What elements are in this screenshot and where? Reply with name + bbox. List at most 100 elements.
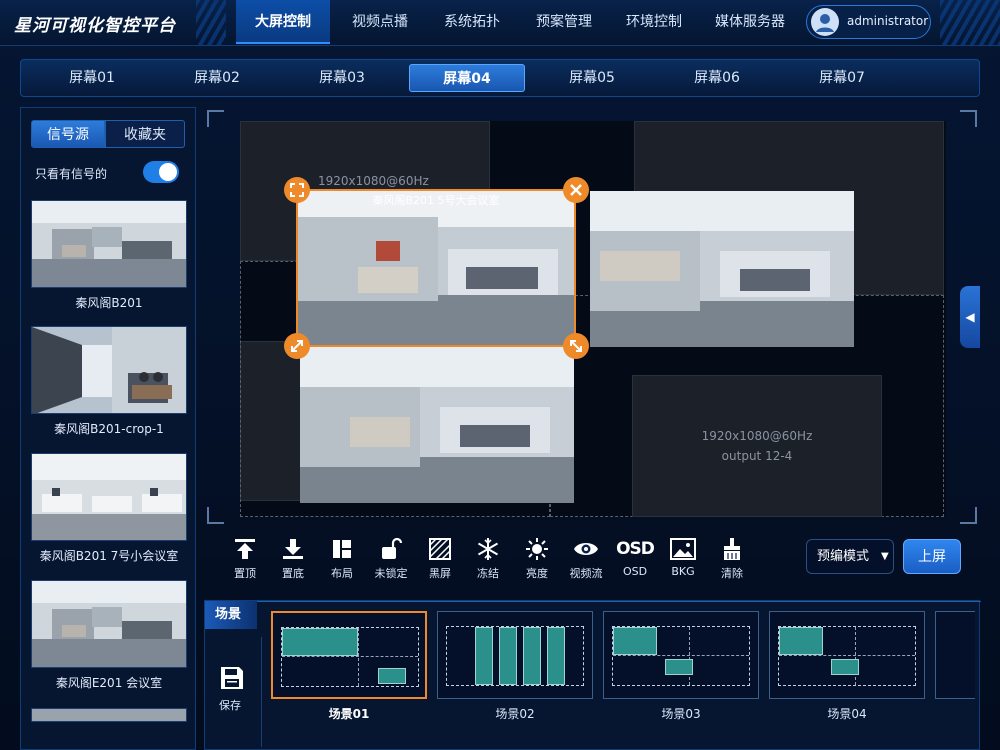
brightness-button[interactable]: 亮度 — [512, 533, 562, 581]
layout-button[interactable]: 布局 — [317, 533, 367, 581]
close-window-icon[interactable] — [563, 177, 589, 203]
move-top-button[interactable]: 置顶 — [220, 533, 270, 581]
window-resolution: 1920x1080@60Hz — [318, 174, 429, 188]
source-thumbnail — [31, 326, 187, 414]
osd-icon: OSD — [616, 539, 655, 559]
app-root: 星河可视化智控平台 大屏控制 视频点播 系统拓扑 预案管理 环境控制 媒体服务器… — [0, 0, 1000, 750]
source-thumbnail — [31, 580, 187, 668]
scene-label-04: 场景04 — [827, 707, 867, 721]
corner-decoration — [940, 0, 1000, 46]
screen-canvas-panel: 1920x1080@60Hz output 12-4 1920x1080@60H… — [204, 107, 980, 527]
save-icon[interactable] — [219, 665, 245, 691]
source-label: 秦风阁B201-crop-1 — [54, 422, 164, 436]
title-decoration — [196, 0, 226, 46]
clear-icon — [724, 538, 740, 560]
tab-screen-04[interactable]: 屏幕04 — [409, 64, 525, 92]
video-window[interactable] — [300, 347, 574, 503]
nav-environment[interactable]: 环境控制 — [614, 0, 694, 44]
move-bottom-icon — [283, 539, 303, 559]
lock-toggle-button[interactable]: 未锁定 — [366, 533, 416, 581]
tab-screen-05[interactable]: 屏幕05 — [537, 60, 647, 96]
selected-video-window[interactable]: 秦风阁B201 5号大会议室 — [296, 189, 576, 347]
source-label: 秦风阁B201 — [75, 296, 143, 310]
layout-icon — [333, 540, 351, 558]
freeze-button[interactable]: 冻结 — [463, 533, 513, 581]
osd-button[interactable]: OSD OSD — [610, 533, 660, 581]
scene-layout-preview — [446, 626, 584, 686]
toggle-knob — [159, 163, 177, 181]
video-stream-button[interactable]: 视频流 — [561, 533, 611, 581]
scene-label-02: 场景02 — [495, 707, 535, 721]
freeze-icon — [477, 538, 499, 560]
user-icon — [816, 14, 834, 32]
source-thumbnail-partial — [31, 708, 187, 722]
scene-card-04[interactable] — [769, 611, 925, 699]
black-screen-icon — [429, 538, 451, 560]
user-menu[interactable]: administrator — [806, 5, 931, 39]
empty-output-cell[interactable] — [632, 375, 882, 517]
mode-select-value: 预编模式 — [817, 549, 870, 564]
source-item[interactable]: 秦风阁B201-crop-1 — [31, 326, 187, 446]
empty-output-resolution: 1920x1080@60Hz — [701, 429, 813, 443]
tab-screen-06[interactable]: 屏幕06 — [662, 60, 772, 96]
window-title: 秦风阁B201 5号大会议室 — [372, 194, 500, 207]
scene-label-03: 场景03 — [661, 707, 701, 721]
screen-tabs: 屏幕01 屏幕02 屏幕03 屏幕04 屏幕05 屏幕06 屏幕07 — [20, 59, 980, 97]
app-title: 星河可视化智控平台 — [14, 16, 176, 36]
eye-icon — [574, 543, 598, 555]
scene-layout-preview — [612, 626, 750, 686]
scene-panel-divider — [257, 601, 981, 602]
clear-button[interactable]: 清除 — [707, 533, 757, 581]
brightness-icon — [526, 538, 548, 560]
nav-plan-management[interactable]: 预案管理 — [524, 0, 604, 44]
chevron-down-icon: ▼ — [881, 551, 889, 562]
avatar — [811, 8, 839, 36]
signal-filter-toggle[interactable] — [143, 161, 179, 183]
nav-topology[interactable]: 系统拓扑 — [432, 0, 512, 44]
video-wall-canvas[interactable]: 1920x1080@60Hz output 12-4 1920x1080@60H… — [240, 121, 946, 517]
tab-screen-03[interactable]: 屏幕03 — [287, 60, 397, 96]
tab-screen-02[interactable]: 屏幕02 — [162, 60, 272, 96]
source-item[interactable]: 秦风阁E201 会议室 — [31, 580, 187, 700]
save-label: 保存 — [219, 699, 241, 712]
tab-screen-01[interactable]: 屏幕01 — [37, 60, 147, 96]
source-item[interactable]: 秦风阁B201 — [31, 200, 187, 320]
push-to-screen-button[interactable]: 上屏 — [903, 539, 961, 574]
tab-favorites[interactable]: 收藏夹 — [105, 120, 185, 148]
source-panel: 信号源 收藏夹 只看有信号的 秦风阁B201 秦风阁B201-crop-1 秦风… — [20, 107, 196, 750]
resize-handle-icon[interactable] — [284, 333, 310, 359]
username: administrator — [847, 14, 929, 28]
black-screen-button[interactable]: 黑屏 — [415, 533, 465, 581]
scene-panel-title: 场景 — [205, 601, 257, 629]
video-window[interactable] — [590, 191, 854, 347]
mode-select[interactable]: 预编模式 ▼ — [806, 539, 894, 574]
scene-panel: 场景 保存 场景01 场景02 场景03 场景04 — [204, 600, 981, 750]
move-top-icon — [235, 539, 255, 559]
filter-label: 只看有信号的 — [35, 167, 108, 181]
background-button[interactable]: BKG — [658, 533, 708, 581]
top-bar: 星河可视化智控平台 大屏控制 视频点播 系统拓扑 预案管理 环境控制 媒体服务器… — [0, 0, 1000, 46]
source-thumbnail — [31, 200, 187, 288]
tab-signal-source[interactable]: 信号源 — [31, 120, 105, 148]
nav-video-on-demand[interactable]: 视频点播 — [340, 0, 420, 44]
empty-output-name: output 12-4 — [721, 449, 793, 463]
scene-separator — [261, 637, 262, 747]
resize-handle-icon[interactable] — [563, 333, 589, 359]
scene-label-01: 场景01 — [328, 707, 370, 721]
fullscreen-handle-icon[interactable] — [284, 177, 310, 203]
scene-card-03[interactable] — [603, 611, 759, 699]
scene-card-02[interactable] — [437, 611, 593, 699]
collapse-panel-handle-icon[interactable]: ◀ — [960, 286, 980, 348]
move-bottom-button[interactable]: 置底 — [268, 533, 318, 581]
nav-screen-control[interactable]: 大屏控制 — [236, 0, 330, 44]
source-thumbnail — [31, 453, 187, 541]
source-label: 秦风阁B201 7号小会议室 — [39, 549, 179, 563]
nav-media-server[interactable]: 媒体服务器 — [702, 0, 798, 44]
unlock-icon — [382, 537, 403, 559]
image-icon — [670, 538, 696, 560]
source-label: 秦风阁E201 会议室 — [55, 676, 163, 690]
scene-card-01[interactable] — [271, 611, 427, 699]
scene-card-partial[interactable] — [935, 611, 975, 699]
tab-screen-07[interactable]: 屏幕07 — [787, 60, 897, 96]
source-item[interactable]: 秦风阁B201 7号小会议室 — [31, 453, 187, 573]
